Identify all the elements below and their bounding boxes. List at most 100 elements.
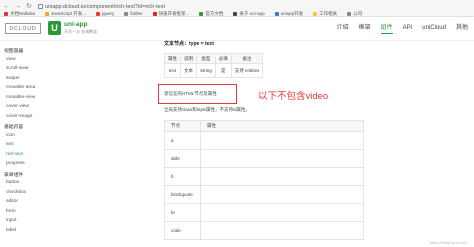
table-cell: 文本 <box>180 63 197 78</box>
bookmark-label: 工作相关 <box>319 11 338 16</box>
sidebar-item[interactable]: label <box>6 228 16 233</box>
site-header: DCLOUD U uni-app 开发一次 多端覆盖 介绍 框架 组件 API uniC… <box>0 17 474 41</box>
top-navigation: 介绍 框架 组件 API uniCloud 其他 <box>337 24 468 34</box>
bookmark-favicon-icon <box>199 11 204 16</box>
nav-item[interactable]: 其他 <box>456 24 468 34</box>
sidebar-item[interactable]: movable-area <box>6 85 35 90</box>
props-table: 属性 说明 类型 必填 备注 text 文本 String 是支持 entities <box>164 53 264 78</box>
tags-table-header: 节点 属性 <box>164 120 364 132</box>
sidebar-item[interactable]: rich-text <box>6 152 23 157</box>
sidebar-item[interactable]: button <box>6 180 19 185</box>
bookmarks-bar: 文档Nalkalia JavaScript 开发... jquery fiddler 快… <box>0 10 474 17</box>
table-header-cell: 必填 <box>214 53 232 64</box>
bookmark-item[interactable]: jquery <box>96 10 114 17</box>
table-cell: b <box>164 167 201 186</box>
trusted-nodes-heading: 受信任的HTML节点及属性 <box>164 91 217 96</box>
table-cell: 支持 entities <box>230 63 264 78</box>
bookmark-favicon-icon <box>4 11 8 16</box>
bookmark-favicon-icon <box>124 11 129 16</box>
sidebar-item[interactable]: text <box>6 142 14 147</box>
table-header-cell: 节点 <box>164 120 201 132</box>
bookmark-item[interactable]: uniapp开发 <box>274 10 304 17</box>
bookmark-item[interactable]: 工作相关 <box>313 10 337 17</box>
bookmark-label: jquery <box>102 11 115 16</box>
nav-item[interactable]: uniCloud <box>422 24 446 34</box>
table-cell: blockquote <box>164 185 201 204</box>
sidebar-group[interactable]: 基础内容 <box>4 123 23 130</box>
table-cell <box>200 221 364 240</box>
table-header-cell: 类型 <box>196 53 216 64</box>
bookmark-item[interactable]: 官方文档 <box>199 10 223 17</box>
props-table-header: 属性 说明 类型 必填 备注 <box>164 53 264 64</box>
nav-item[interactable]: 组件 <box>380 24 393 34</box>
dcloud-logo[interactable]: DCLOUD <box>5 23 41 34</box>
sidebar-item[interactable]: movable-view <box>6 95 35 100</box>
sidebar-item[interactable]: swiper <box>6 76 20 81</box>
bookmark-favicon-icon <box>96 11 101 16</box>
sidebar-item[interactable]: progress <box>6 161 25 166</box>
table-cell <box>200 149 364 168</box>
table-row: abbr <box>164 149 364 168</box>
uni-app-logo-icon[interactable]: U <box>48 21 61 35</box>
nav-item[interactable]: 介绍 <box>337 24 349 34</box>
bookmark-favicon-icon <box>347 11 352 16</box>
sidebar-item[interactable]: cover-image <box>6 114 32 119</box>
nav-item[interactable]: API <box>403 24 413 34</box>
site-subtitle: 开发一次 多端覆盖 <box>64 29 98 34</box>
bookmark-item[interactable]: 公司 <box>347 10 362 17</box>
global-attrs-note: 全局支持class和style属性，不支持id属性。 <box>164 107 251 112</box>
bookmark-item[interactable]: 文档Nalkalia <box>4 10 35 17</box>
nav-item[interactable]: 框架 <box>359 24 371 34</box>
table-cell: br <box>164 203 201 222</box>
bookmark-label: 关于 uni-app <box>239 11 265 16</box>
table-cell: code <box>164 221 201 240</box>
sidebar-item[interactable]: icon <box>6 133 15 138</box>
watermark: https://blog.csdn.net/... <box>429 240 470 245</box>
bookmark-item[interactable]: 关于 uni-app <box>233 10 265 17</box>
text-node-heading: 文本节点：type = text <box>164 41 214 47</box>
table-header-cell: 说明 <box>180 53 197 64</box>
table-cell <box>200 185 364 204</box>
table-row: br <box>164 203 364 222</box>
sidebar-item[interactable]: editor <box>6 199 18 204</box>
lock-icon <box>38 4 43 9</box>
bookmark-label: JavaScript 开发... <box>51 11 87 16</box>
sidebar-item[interactable]: checkbox <box>6 190 26 195</box>
bookmark-label: fiddler <box>130 11 143 16</box>
sidebar-item[interactable]: cover-view <box>6 104 29 109</box>
sidebar-item[interactable]: input <box>6 218 16 223</box>
table-cell: abbr <box>164 149 201 168</box>
table-cell: a <box>164 131 201 150</box>
bookmark-label: 快速开发框架... <box>158 11 190 16</box>
table-row: a <box>164 131 364 150</box>
bookmark-label: 公司 <box>353 11 363 16</box>
table-cell: String <box>196 63 216 78</box>
annotation-note: 以下不包含video <box>258 91 329 102</box>
bookmark-label: uniapp开发 <box>280 11 304 16</box>
bookmark-item[interactable]: fiddler <box>124 10 143 17</box>
bookmark-favicon-icon <box>274 11 279 16</box>
browser-toolbar: ← → ↻ uniapp.dcloud.io/component/rich-te… <box>0 0 474 17</box>
table-header-cell: 属性 <box>164 53 181 64</box>
sidebar-group[interactable]: 视图容器 <box>4 47 23 54</box>
table-cell <box>200 167 364 186</box>
table-cell <box>200 203 364 222</box>
site-title[interactable]: uni-app <box>64 21 87 28</box>
table-row: code <box>164 221 364 240</box>
bookmark-item[interactable]: JavaScript 开发... <box>45 10 86 17</box>
sidebar-group[interactable]: 表单组件 <box>4 171 23 178</box>
sidebar: 视图容器 view scroll-view swiper movable-area mov… <box>0 42 50 247</box>
table-row: blockquote <box>164 185 364 204</box>
table-header-cell: 属性 <box>200 120 364 132</box>
bookmark-favicon-icon <box>152 11 157 16</box>
table-row: text 文本 String 是支持 entities <box>164 63 264 78</box>
bookmark-favicon-icon <box>313 11 318 16</box>
highlight-box: 受信任的HTML节点及属性 <box>158 84 237 104</box>
table-header-cell: 备注 <box>230 53 264 64</box>
bookmark-item[interactable]: 快速开发框架... <box>152 10 190 17</box>
tags-table: 节点 属性 a abbr b blockquote br code <box>164 120 364 240</box>
sidebar-item[interactable]: scroll-view <box>6 66 28 71</box>
sidebar-item[interactable]: view <box>6 57 16 62</box>
table-cell: text <box>164 63 181 78</box>
sidebar-item[interactable]: form <box>6 209 16 214</box>
